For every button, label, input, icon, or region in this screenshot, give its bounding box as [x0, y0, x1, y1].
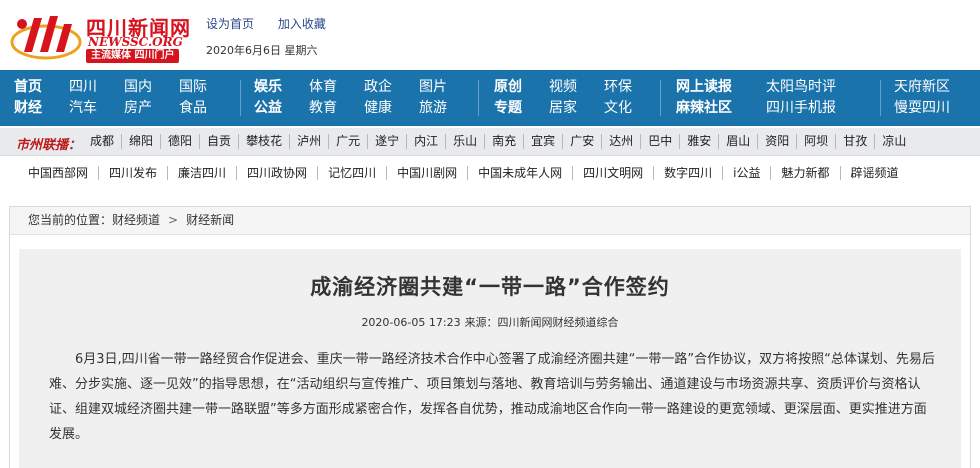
partner-site-link[interactable]: i公益: [722, 166, 770, 180]
nav-group-3: 原创 视频 环保 专题 居家 文化: [494, 77, 659, 119]
nav-item[interactable]: 财经: [14, 98, 69, 119]
partner-site-link[interactable]: 中国未成年人网: [467, 166, 572, 180]
partner-site-bar: 中国西部网 四川发布 廉洁四川 四川政协网 记忆四川 中国川剧网 中国未成年人网…: [0, 158, 980, 188]
city-link[interactable]: 遂宁: [367, 134, 406, 149]
nav-item[interactable]: 体育: [309, 77, 364, 98]
partner-site-link[interactable]: 四川文明网: [572, 166, 653, 180]
partner-site-list: 中国西部网 四川发布 廉洁四川 四川政协网 记忆四川 中国川剧网 中国未成年人网…: [18, 166, 909, 180]
partner-site-link[interactable]: 四川政协网: [236, 166, 317, 180]
article-body: 6月3日,四川省一带一路经贸合作促进会、重庆一带一路经济技术合作中心签署了成渝经…: [49, 352, 935, 442]
city-link[interactable]: 乐山: [445, 134, 484, 149]
article-datetime: 2020-06-05 17:23: [361, 316, 461, 329]
city-link[interactable]: 成都: [88, 134, 121, 149]
nav-group-2: 娱乐 体育 政企 图片 公益 教育 健康 旅游: [254, 77, 474, 119]
current-date: 2020年6月6日 星期六: [206, 44, 318, 57]
nav-divider: [880, 80, 881, 116]
city-link[interactable]: 雅安: [679, 134, 718, 149]
nav-divider: [240, 80, 241, 116]
logo-mark-icon: [10, 16, 82, 60]
article-meta: 2020-06-05 17:23 来源：四川新闻网财经频道综合: [19, 314, 961, 330]
city-link[interactable]: 阿坝: [796, 134, 835, 149]
city-link[interactable]: 凉山: [874, 134, 913, 149]
nav-item[interactable]: 汽车: [69, 98, 124, 119]
nav-item[interactable]: 天府新区: [894, 77, 974, 98]
breadcrumb-item-finance-news[interactable]: 财经新闻: [186, 213, 234, 227]
nav-item[interactable]: 国内: [124, 77, 179, 98]
nav-item[interactable]: 原创: [494, 77, 549, 98]
city-link[interactable]: 攀枝花: [238, 134, 289, 149]
city-link[interactable]: 自贡: [199, 134, 238, 149]
nav-group-4: 网上读报 太阳鸟时评 麻辣社区 四川手机报: [676, 77, 866, 119]
nav-item[interactable]: 图片: [419, 77, 474, 98]
partner-site-link[interactable]: 辟谣频道: [839, 166, 909, 180]
nav-divider: [660, 80, 661, 116]
nav-item[interactable]: 四川: [69, 77, 124, 98]
nav-item[interactable]: 首页: [14, 77, 69, 98]
nav-item[interactable]: 居家: [549, 98, 604, 119]
city-link[interactable]: 广安: [562, 134, 601, 149]
partner-site-link[interactable]: 廉洁四川: [167, 166, 236, 180]
city-link[interactable]: 广元: [328, 134, 367, 149]
nav-item[interactable]: 教育: [309, 98, 364, 119]
nav-group-5: 天府新区 慢耍四川: [894, 77, 974, 119]
city-link[interactable]: 泸州: [289, 134, 328, 149]
nav-item[interactable]: 环保: [604, 77, 659, 98]
logo-domain: NEWSSC.ORG: [88, 35, 183, 49]
partner-site-link[interactable]: 数字四川: [653, 166, 722, 180]
nav-item[interactable]: 健康: [364, 98, 419, 119]
nav-group-1: 首页 四川 国内 国际 财经 汽车 房产 食品: [14, 77, 234, 119]
nav-item[interactable]: 网上读报: [676, 77, 766, 98]
nav-item[interactable]: 房产: [124, 98, 179, 119]
city-bar-label: 市州联播：: [16, 138, 82, 153]
city-link[interactable]: 德阳: [160, 134, 199, 149]
nav-item[interactable]: 麻辣社区: [676, 98, 766, 119]
site-logo[interactable]: 四川新闻网 NEWSSC.ORG 主流媒体 四川门户: [10, 8, 190, 63]
add-favorite-link[interactable]: 加入收藏: [278, 17, 326, 31]
main-nav: 首页 四川 国内 国际 财经 汽车 房产 食品 娱乐 体育 政企 图片 公益 教…: [0, 70, 980, 126]
city-bar: 市州联播： 成都 绵阳 德阳 自贡 攀枝花 泸州 广元 遂宁 内江 乐山 南充 …: [0, 128, 980, 156]
nav-item[interactable]: 四川手机报: [766, 98, 866, 119]
nav-item[interactable]: 娱乐: [254, 77, 309, 98]
city-link[interactable]: 南充: [484, 134, 523, 149]
partner-site-link[interactable]: 中国西部网: [18, 166, 98, 180]
partner-site-link[interactable]: 魅力新都: [770, 166, 839, 180]
breadcrumb-prefix: 您当前的位置：: [28, 213, 113, 227]
city-link[interactable]: 内江: [406, 134, 445, 149]
city-link[interactable]: 资阳: [757, 134, 796, 149]
top-links: 设为首页 加入收藏: [206, 15, 346, 32]
content-box: 您当前的位置：财经频道 > 财经新闻 成渝经济圈共建“一带一路”合作签约 2020-…: [9, 206, 971, 468]
set-homepage-link[interactable]: 设为首页: [206, 17, 254, 31]
nav-divider: [478, 80, 479, 116]
article-source: 来源：四川新闻网财经频道综合: [464, 316, 619, 329]
breadcrumb-item-finance-channel[interactable]: 财经频道: [112, 213, 160, 227]
city-link[interactable]: 绵阳: [121, 134, 160, 149]
nav-item[interactable]: 视频: [549, 77, 604, 98]
partner-site-link[interactable]: 记忆四川: [317, 166, 386, 180]
nav-item[interactable]: 国际: [179, 77, 234, 98]
partner-site-link[interactable]: 中国川剧网: [386, 166, 467, 180]
nav-item[interactable]: 食品: [179, 98, 234, 119]
nav-item[interactable]: 旅游: [419, 98, 474, 119]
breadcrumb-separator: >: [168, 213, 179, 227]
city-link[interactable]: 达州: [601, 134, 640, 149]
logo-slogan: 主流媒体 四川门户: [86, 49, 180, 63]
partner-site-link[interactable]: 四川发布: [98, 166, 167, 180]
city-link[interactable]: 巴中: [640, 134, 679, 149]
city-link[interactable]: 宜宾: [523, 134, 562, 149]
nav-item[interactable]: 慢耍四川: [894, 98, 974, 119]
article: 成渝经济圈共建“一带一路”合作签约 2020-06-05 17:23 来源：四川新…: [19, 249, 961, 468]
nav-item[interactable]: 太阳鸟时评: [766, 77, 866, 98]
nav-item[interactable]: 政企: [364, 77, 419, 98]
city-list: 成都 绵阳 德阳 自贡 攀枝花 泸州 广元 遂宁 内江 乐山 南充 宜宾 广安 …: [88, 134, 913, 149]
nav-item[interactable]: 专题: [494, 98, 549, 119]
city-link[interactable]: 眉山: [718, 134, 757, 149]
city-link[interactable]: 甘孜: [835, 134, 874, 149]
site-header: 四川新闻网 NEWSSC.ORG 主流媒体 四川门户 设为首页 加入收藏 202…: [0, 0, 980, 70]
article-title: 成渝经济圈共建“一带一路”合作签约: [310, 275, 670, 299]
breadcrumb: 您当前的位置：财经频道 > 财经新闻: [10, 207, 970, 235]
nav-item[interactable]: 文化: [604, 98, 659, 119]
nav-item[interactable]: 公益: [254, 98, 309, 119]
